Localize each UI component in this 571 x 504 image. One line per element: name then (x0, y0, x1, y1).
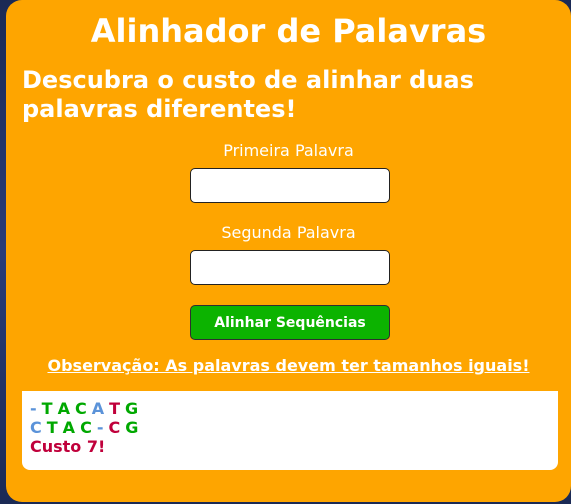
row2-char: T (46, 418, 58, 437)
row1-char: T (109, 399, 121, 418)
row1-char: T (41, 399, 53, 418)
second-word-label: Segunda Palavra (221, 223, 356, 242)
row2-char: C (30, 418, 42, 437)
row2-char: A (62, 418, 76, 437)
second-word-input[interactable] (190, 250, 390, 285)
row2-char: C (80, 418, 92, 437)
row2-char: - (96, 418, 104, 437)
align-sequences-button[interactable]: Alinhar Sequências (190, 305, 390, 340)
row1-char: G (125, 399, 139, 418)
equal-length-note: Observação: As palavras devem ter tamanh… (47, 356, 530, 375)
page-title: Alinhador de Palavras (90, 12, 487, 50)
first-word-input[interactable] (190, 168, 390, 203)
row2-char: G (125, 418, 139, 437)
alignment-cost: Custo 7! (30, 437, 106, 456)
aligner-card: Alinhador de Palavras Descubra o custo d… (6, 0, 571, 502)
row1-char: A (57, 399, 70, 418)
aligned-sequence-2: CTAC-CG (30, 418, 550, 437)
aligned-sequence-1: -TACATG (30, 399, 550, 418)
first-word-label: Primeira Palavra (223, 141, 354, 160)
row2-char: C (108, 418, 121, 437)
row1-char: - (30, 399, 37, 418)
row1-char: C (74, 399, 87, 418)
page-subtitle: Descubra o custo de alinhar duas palavra… (22, 66, 474, 123)
row1-char: A (91, 399, 105, 418)
alignment-result: -TACATG CTAC-CG Custo 7! (22, 391, 558, 470)
